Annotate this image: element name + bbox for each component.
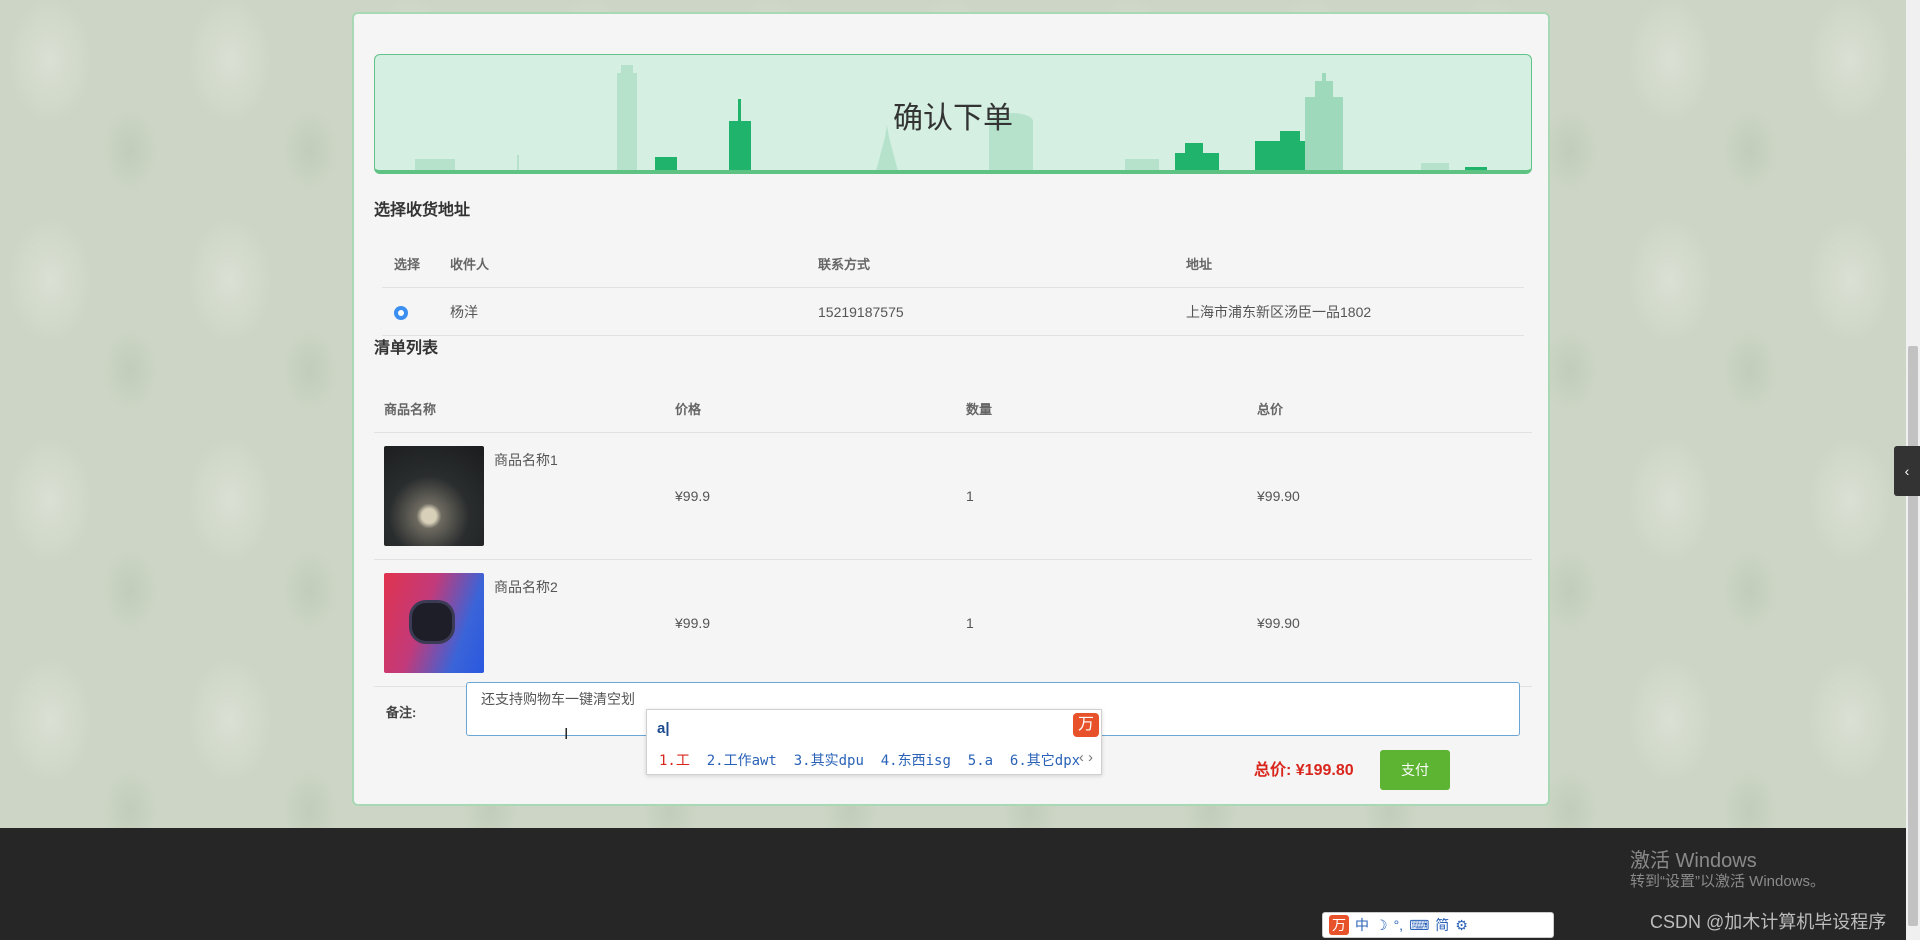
cart-table: 商品名称 价格 数量 总价 商品名称1 ¥99.9 1 ¥99.90 商品名称2: [374, 384, 1532, 687]
recipient-phone: 15219187575: [806, 287, 1174, 336]
ime-mode-icon[interactable]: 中: [1355, 915, 1369, 935]
product-qty: 1: [956, 559, 1247, 687]
order-total: 总价: ¥199.80: [1254, 762, 1354, 779]
ime-candidate[interactable]: 4.东西isg: [881, 753, 951, 769]
column-header: 总价: [1247, 384, 1532, 433]
windows-activation-title: 激活 Windows: [1630, 850, 1757, 872]
simplified-icon[interactable]: 简: [1435, 915, 1449, 935]
address-radio[interactable]: [394, 305, 408, 320]
ime-composition: a|: [657, 720, 670, 737]
remark-label: 备注:: [386, 705, 417, 720]
scrollbar-thumb[interactable]: [1908, 346, 1918, 926]
table-header-row: 选择 收件人 联系方式 地址: [382, 240, 1524, 288]
keyboard-icon[interactable]: ⌨: [1409, 917, 1429, 934]
windows-activation-subtitle: 转到“设置”以激活 Windows。: [1630, 873, 1826, 890]
text-cursor-icon: I: [564, 726, 569, 743]
column-header: 收件人: [438, 240, 806, 288]
recipient-name: 杨洋: [438, 287, 806, 336]
product-name[interactable]: 商品名称1: [494, 450, 558, 470]
ime-page-arrows-icon[interactable]: ‹ ›: [1079, 749, 1093, 766]
product-total: ¥99.90: [1247, 432, 1532, 560]
recipient-address: 上海市浦东新区汤臣一品1802: [1174, 287, 1524, 336]
csdn-watermark: CSDN @加木计算机毕设程序: [1650, 912, 1887, 932]
product-qty: 1: [956, 432, 1247, 560]
ime-candidate[interactable]: 1.工: [659, 753, 690, 769]
cart-section-title: 清单列表: [374, 340, 439, 357]
table-row: 商品名称1 ¥99.9 1 ¥99.90: [374, 432, 1532, 560]
column-header: 价格: [665, 384, 956, 433]
ime-logo-icon[interactable]: 万: [1073, 713, 1099, 737]
page-title: 确认下单: [893, 101, 1013, 136]
order-banner: 确认下单: [374, 54, 1532, 174]
product-image[interactable]: [384, 573, 484, 673]
product-total: ¥99.90: [1247, 559, 1532, 687]
column-header: 地址: [1174, 240, 1524, 288]
ime-candidate[interactable]: 3.其实dpu: [794, 753, 864, 769]
product-name[interactable]: 商品名称2: [494, 577, 558, 597]
order-confirm-card: 确认下单 选择收货地址 选择 收件人 联系方式 地址 杨洋 1521918757…: [352, 12, 1550, 806]
column-header: 数量: [956, 384, 1247, 433]
ime-logo-icon[interactable]: 万: [1329, 915, 1349, 935]
ime-candidate-popup: a| 万 1.工 2.工作awt 3.其实dpu 4.东西isg 5.a 6.其…: [646, 709, 1102, 775]
column-header: 选择: [382, 240, 438, 288]
ime-candidate[interactable]: 6.其它dpx: [1010, 753, 1080, 769]
ime-candidate-list: 1.工 2.工作awt 3.其实dpu 4.东西isg 5.a 6.其它dpx: [659, 750, 1080, 770]
ime-candidate[interactable]: 2.工作awt: [707, 753, 777, 769]
ime-toolbar: 万 中 ☽ °, ⌨ 简 ⚙: [1322, 912, 1554, 938]
ime-candidate[interactable]: 5.a: [968, 753, 993, 769]
moon-icon[interactable]: ☽: [1375, 917, 1388, 934]
table-row: 杨洋 15219187575 上海市浦东新区汤臣一品1802: [382, 287, 1524, 336]
address-section-title: 选择收货地址: [374, 202, 471, 219]
punctuation-icon[interactable]: °,: [1394, 917, 1404, 933]
product-image[interactable]: [384, 446, 484, 546]
page-footer: [0, 828, 1906, 940]
address-table: 选择 收件人 联系方式 地址 杨洋 15219187575 上海市浦东新区汤臣一…: [382, 240, 1524, 336]
pay-button[interactable]: 支付: [1380, 750, 1450, 790]
side-collapse-tab[interactable]: ‹: [1894, 446, 1920, 496]
product-price: ¥99.9: [665, 432, 956, 560]
table-header-row: 商品名称 价格 数量 总价: [374, 384, 1532, 433]
column-header: 商品名称: [374, 384, 665, 433]
product-price: ¥99.9: [665, 559, 956, 687]
table-row: 商品名称2 ¥99.9 1 ¥99.90: [374, 559, 1532, 687]
settings-icon[interactable]: ⚙: [1455, 917, 1468, 934]
column-header: 联系方式: [806, 240, 1174, 288]
